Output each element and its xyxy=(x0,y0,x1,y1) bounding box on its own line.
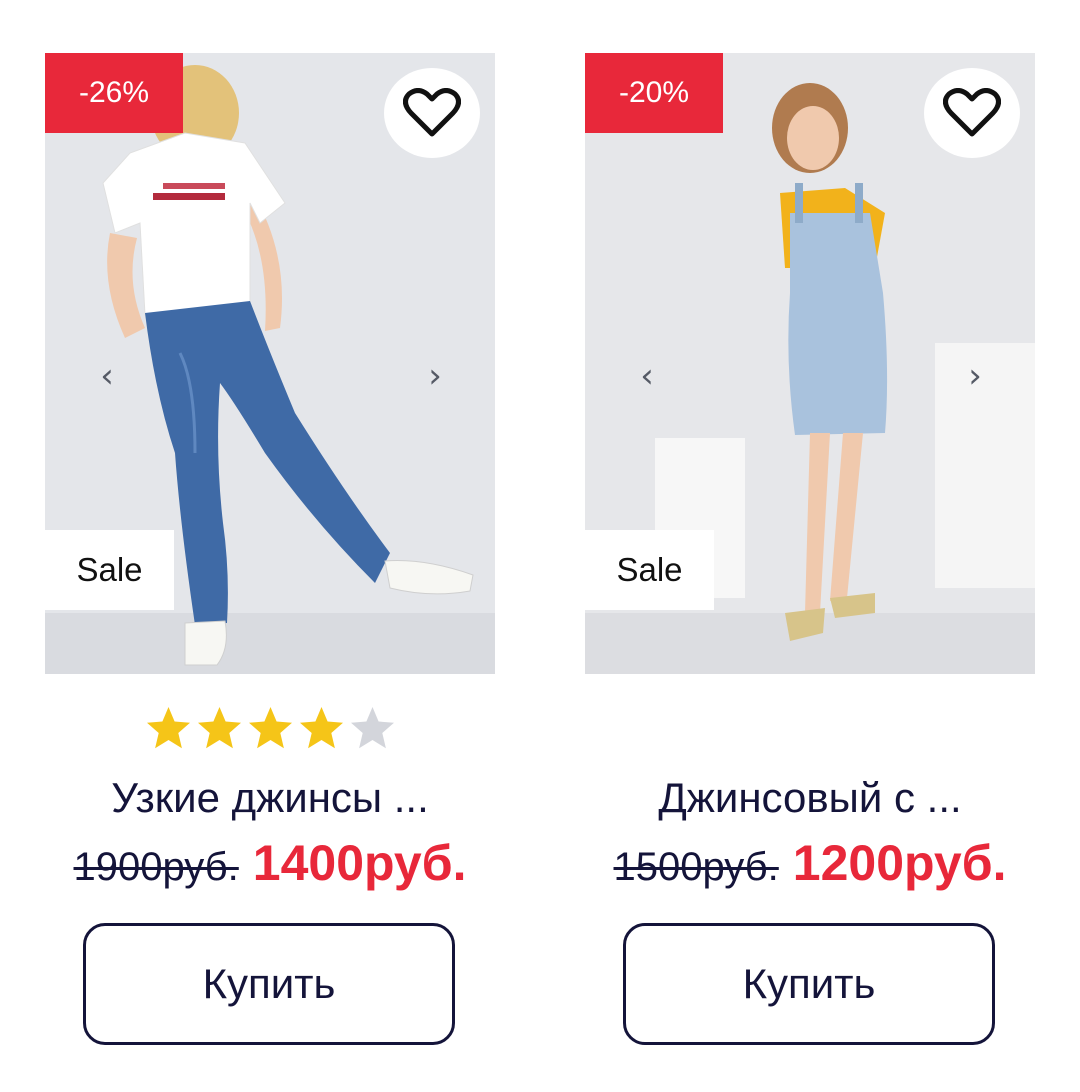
rating-stars xyxy=(585,705,1035,755)
sale-badge: Sale xyxy=(45,530,174,610)
sale-price: 1400руб. xyxy=(252,835,467,891)
carousel-prev-arrow[interactable]: ‹ xyxy=(627,351,667,401)
product-card: -26% ‹ › Sale Узкие джинсы ... 1900руб. 1… xyxy=(45,53,495,1053)
old-price: 1900руб. xyxy=(73,845,239,889)
carousel-prev-arrow[interactable]: ‹ xyxy=(87,351,127,401)
discount-badge: -20% xyxy=(585,53,723,133)
price-row: 1500руб. 1200руб. xyxy=(585,834,1035,892)
sale-price: 1200руб. xyxy=(792,835,1007,891)
favorite-button[interactable] xyxy=(924,68,1020,158)
product-image[interactable]: -26% ‹ › Sale xyxy=(45,53,495,674)
heart-outline-icon xyxy=(943,88,1001,137)
product-title[interactable]: Узкие джинсы ... xyxy=(45,770,495,826)
star-filled-icon xyxy=(197,707,241,749)
star-filled-icon xyxy=(299,707,343,749)
star-filled-icon xyxy=(146,707,190,749)
carousel-next-arrow[interactable]: › xyxy=(415,351,455,401)
buy-button[interactable]: Купить xyxy=(83,923,455,1045)
star-empty-icon xyxy=(350,707,394,749)
product-card: -20% ‹ › Sale Джинсовый с ... 1500руб. 12… xyxy=(585,53,1035,1053)
star-filled-icon xyxy=(248,707,292,749)
favorite-button[interactable] xyxy=(384,68,480,158)
rating-stars xyxy=(45,705,495,755)
sale-badge: Sale xyxy=(585,530,714,610)
price-row: 1900руб. 1400руб. xyxy=(45,834,495,892)
heart-outline-icon xyxy=(403,88,461,137)
product-title[interactable]: Джинсовый с ... xyxy=(585,770,1035,826)
product-grid: -26% ‹ › Sale Узкие джинсы ... 1900руб. 1… xyxy=(0,0,1080,1092)
buy-button[interactable]: Купить xyxy=(623,923,995,1045)
carousel-next-arrow[interactable]: › xyxy=(955,351,995,401)
old-price: 1500руб. xyxy=(613,845,779,889)
discount-badge: -26% xyxy=(45,53,183,133)
product-image[interactable]: -20% ‹ › Sale xyxy=(585,53,1035,674)
